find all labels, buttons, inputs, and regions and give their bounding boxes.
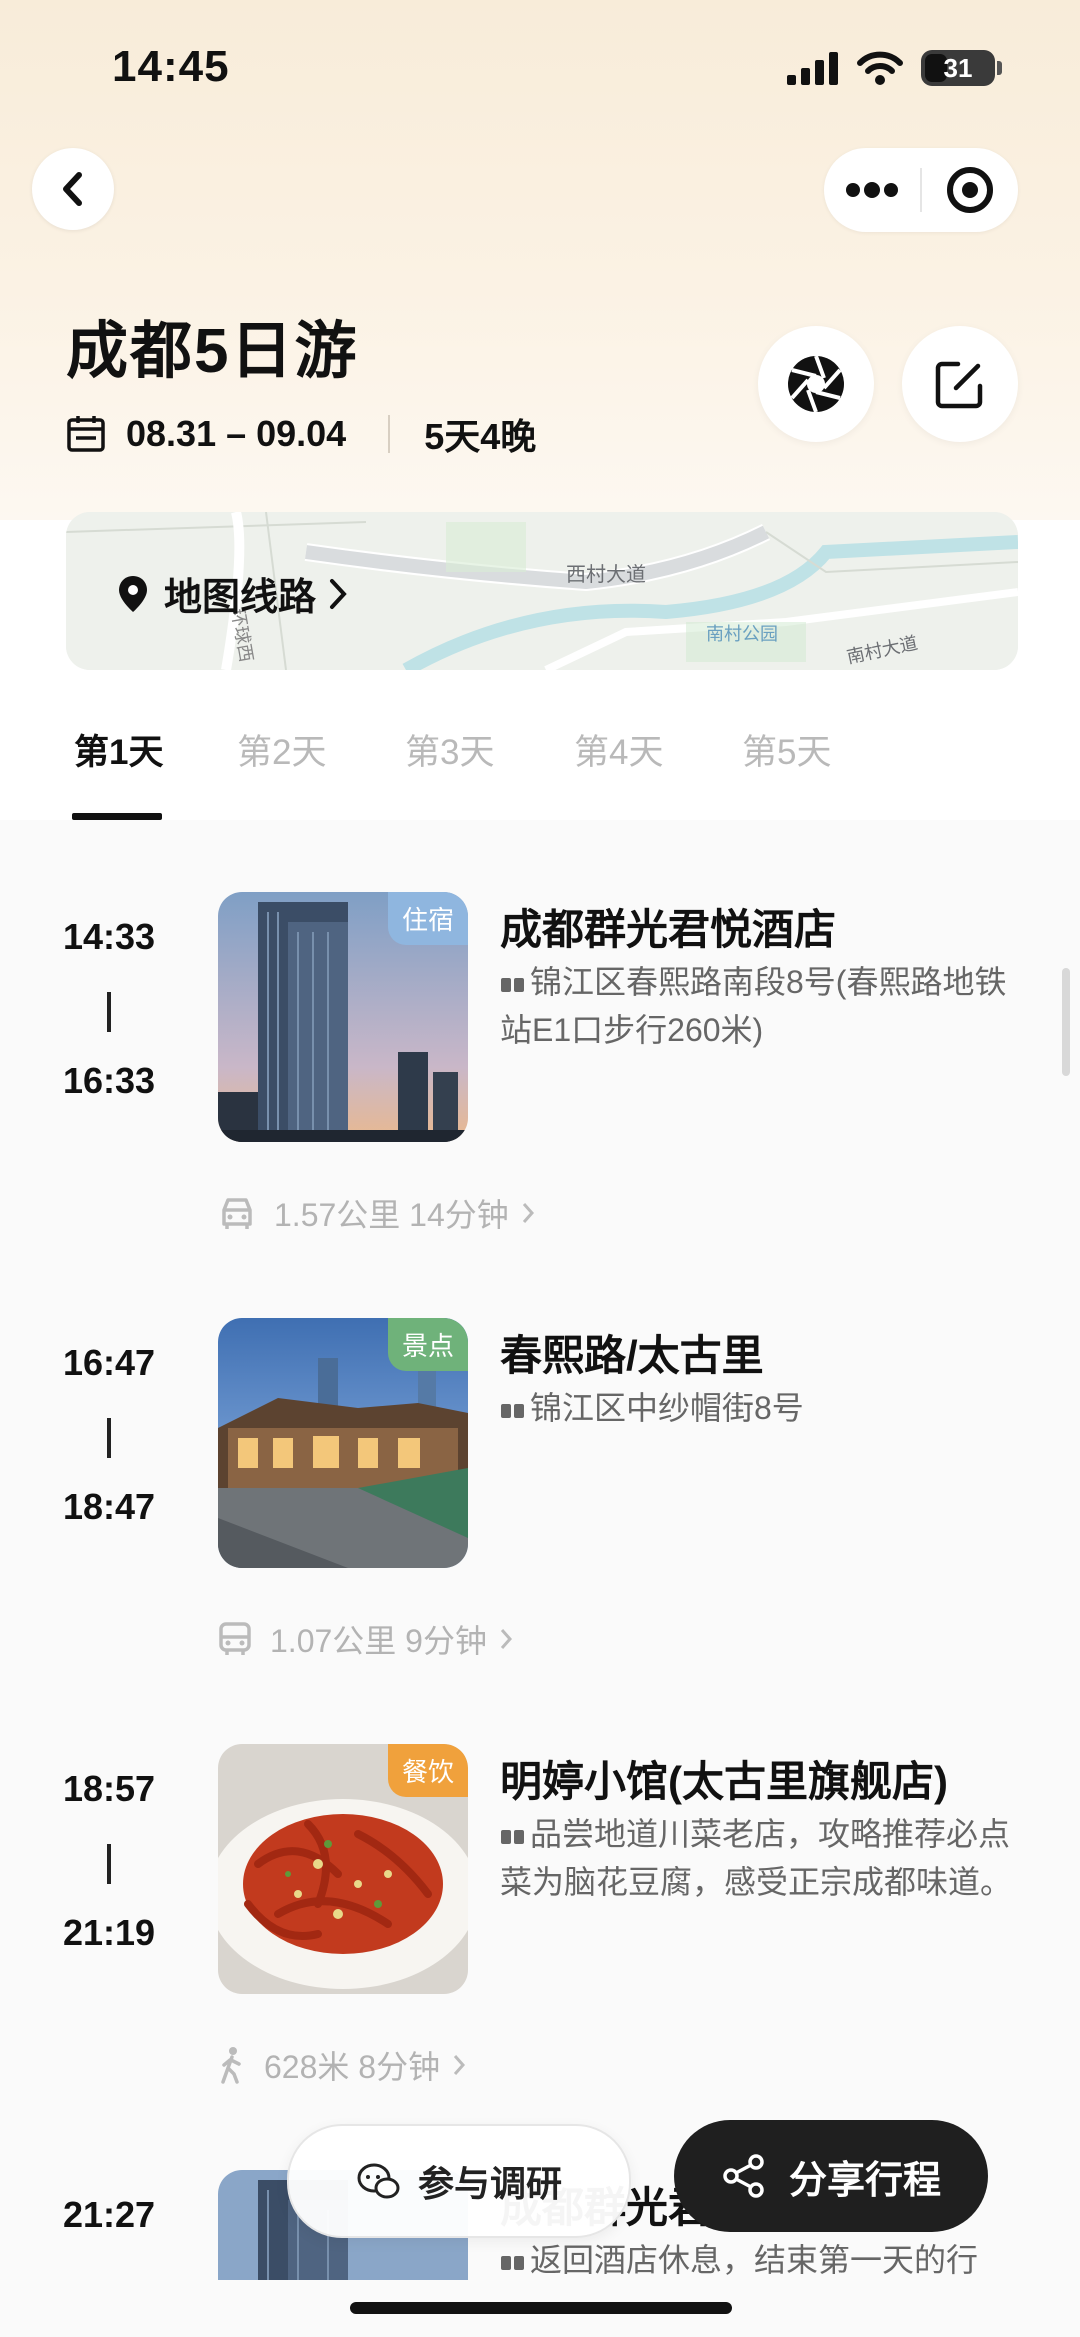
chevron-right-icon [522,1203,534,1223]
battery-icon: 31 [921,50,995,86]
chevron-right-icon [330,578,347,609]
place-description: 返回酒店休息，结束第一天的行 [500,2236,1020,2284]
edit-button[interactable] [902,326,1018,442]
quote-icon [501,2255,524,2270]
place-description: 品尝地道川菜老店，攻略推荐必点菜为脑花豆腐，感受正宗成都味道。 [500,1810,1020,1906]
itinerary-list: 14:33 16:33 住宿 成都群光君悦酒店 锦江区春熙路南段8号(春熙路地铁… [0,820,1080,2337]
time-connector [107,992,111,1032]
status-time: 14:45 [112,42,230,91]
home-indicator [350,2302,732,2314]
calendar-icon [67,416,105,452]
back-button[interactable] [32,148,114,230]
end-time: 21:19 [62,1912,156,1953]
place-description: 锦江区中纱帽街8号 [500,1384,1020,1432]
signal-icon [787,52,838,85]
survey-label: 参与调研 [417,2163,562,2204]
time-connector [107,1418,111,1458]
map-route-label: 地图线路 [164,577,317,619]
start-time: 21:27 [62,2194,156,2235]
trip-duration: 5天4晚 [424,416,537,457]
tab-day-1[interactable]: 第1天 [74,724,163,775]
end-time: 18:47 [62,1486,156,1527]
tab-day-2[interactable]: 第2天 [237,724,326,775]
category-badge: 餐饮 [387,1744,468,1797]
active-tab-indicator [72,813,162,820]
car-icon [222,1198,252,1229]
chevron-right-icon [500,1629,512,1649]
tab-day-5[interactable]: 第5天 [742,724,831,775]
start-time: 18:57 [62,1768,156,1809]
quote-icon [501,977,524,992]
place-description-text: 品尝地道川菜老店，攻略推荐必点菜为脑花豆腐，感受正宗成都味道。 [500,1816,1013,1900]
camera-button[interactable] [758,326,874,442]
transit-info[interactable]: 1.57公里 14分钟 [218,1190,535,1236]
day-tabs: 第1天 第2天 第3天 第4天 第5天 [0,680,1080,820]
more-dots-icon [846,182,898,198]
transit-text: 1.07公里 9分钟 [270,1623,487,1659]
transit-text: 628米 8分钟 [264,2049,441,2085]
share-icon [723,2154,764,2198]
location-pin-icon [119,575,147,612]
restaurant-photo[interactable]: 餐饮 [218,1744,468,1994]
chevron-left-icon [63,172,82,206]
status-icons: 31 [787,50,1002,86]
trip-meta: 08.31 – 09.04 5天4晚 [66,408,536,460]
trip-dates: 08.31 – 09.04 [126,413,347,454]
share-itinerary-button[interactable]: 分享行程 [674,2120,988,2232]
target-icon [947,167,993,213]
category-badge: 景点 [387,1318,468,1371]
aperture-icon [788,355,844,413]
quote-icon [501,1829,524,1844]
tab-day-4[interactable]: 第4天 [574,724,663,775]
map-route-card[interactable]: 西村大道 南村公园 南村大道 环球西 地图线路 [66,512,1018,670]
place-description-text: 锦江区中纱帽街8号 [530,1390,804,1426]
miniprogram-capsule [824,148,1018,232]
battery-level: 31 [943,52,973,83]
start-time: 16:47 [62,1342,156,1383]
place-description-text: 返回酒店休息，结束第一天的行 [530,2242,979,2278]
chevron-right-icon [453,2055,466,2075]
edit-icon [935,361,983,409]
transit-text: 1.57公里 14分钟 [274,1197,509,1233]
place-title[interactable]: 成都群光君悦酒店 [500,896,836,957]
transit-info[interactable]: 1.07公里 9分钟 [218,1616,513,1662]
wifi-icon [857,51,903,85]
end-time: 16:33 [62,1060,156,1101]
place-description-text: 锦江区春熙路南段8号(春熙路地铁站E1口步行260米) [500,964,1007,1048]
attraction-photo[interactable]: 景点 [218,1318,468,1568]
place-description: 锦江区春熙路南段8号(春熙路地铁站E1口步行260米) [500,958,1020,1054]
map-street-1: 西村大道 [566,564,646,586]
start-time: 14:33 [62,916,156,957]
quote-icon [501,1403,524,1418]
tab-day-3[interactable]: 第3天 [405,724,494,775]
place-title[interactable]: 春熙路/太古里 [500,1322,764,1383]
walk-icon [221,2047,241,2084]
category-badge: 住宿 [387,892,468,945]
battery-tip [997,61,1002,75]
place-title[interactable]: 明婷小馆(太古里旗舰店) [500,1748,948,1809]
more-button[interactable] [824,148,920,232]
share-label: 分享行程 [788,2159,941,2202]
map-route-link[interactable]: 地图线路 [116,566,348,621]
chat-bubble-icon [357,2163,400,2199]
bus-icon [219,1622,251,1655]
close-miniprogram-button[interactable] [922,148,1018,232]
time-connector [107,1844,111,1884]
map-street-2: 南村公园 [706,624,778,644]
hotel-photo[interactable]: 住宿 [218,892,468,1142]
transit-info[interactable]: 628米 8分钟 [218,2042,466,2088]
meta-divider [388,415,391,453]
scrollbar[interactable] [1062,968,1070,1076]
survey-button[interactable]: 参与调研 [287,2124,631,2238]
trip-title: 成都5日游 [66,317,359,386]
